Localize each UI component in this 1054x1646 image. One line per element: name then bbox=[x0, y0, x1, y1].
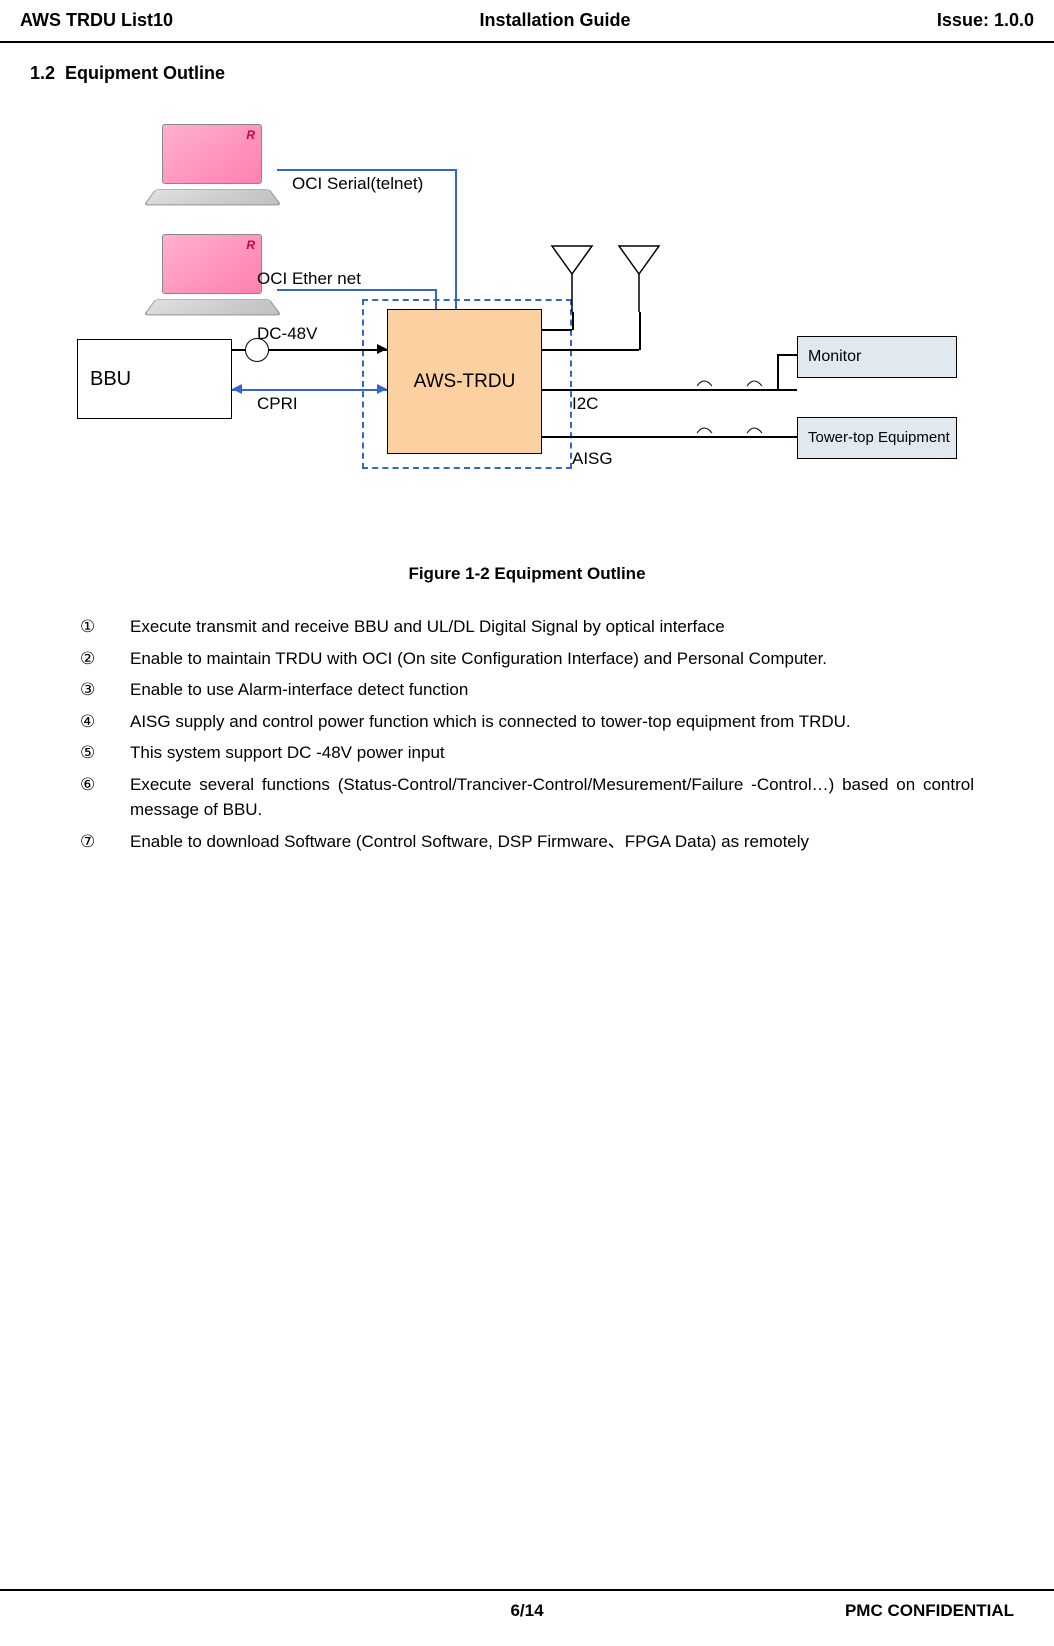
connector-line bbox=[455, 169, 457, 309]
header-right: Issue: 1.0.0 bbox=[937, 10, 1034, 31]
connector-line bbox=[542, 329, 572, 331]
equipment-outline-diagram: BBU AWS-TRDU Monitor Tower-top Equipment… bbox=[77, 114, 977, 534]
connector-line bbox=[277, 289, 437, 291]
wave-icon bbox=[697, 421, 797, 441]
label-aisg: AISG bbox=[572, 449, 613, 469]
connector-line bbox=[572, 312, 574, 330]
list-text: Enable to download Software (Control Sof… bbox=[130, 829, 809, 855]
label-cpri: CPRI bbox=[257, 394, 298, 414]
laptop-icon bbox=[147, 124, 277, 214]
list-marker: ⑤ bbox=[80, 740, 130, 766]
list-marker: ① bbox=[80, 614, 130, 640]
list-item: ⑤ This system support DC -48V power inpu… bbox=[80, 740, 974, 766]
antenna-icon bbox=[617, 244, 661, 319]
arrow-icon bbox=[232, 384, 242, 394]
list-marker: ⑦ bbox=[80, 829, 130, 855]
label-oci-serial: OCI Serial(telnet) bbox=[292, 174, 423, 194]
section-heading: 1.2 Equipment Outline bbox=[30, 63, 1024, 84]
list-item: ② Enable to maintain TRDU with OCI (On s… bbox=[80, 646, 974, 672]
list-item: ④ AISG supply and control power function… bbox=[80, 709, 974, 735]
header-center: Installation Guide bbox=[479, 10, 630, 31]
connector-line bbox=[232, 389, 387, 391]
figure-caption: Figure 1-2 Equipment Outline bbox=[30, 564, 1024, 584]
list-item: ⑦ Enable to download Software (Control S… bbox=[80, 829, 974, 855]
connector-line bbox=[777, 354, 797, 356]
list-marker: ② bbox=[80, 646, 130, 672]
label-oci-ether: OCI Ether net bbox=[257, 269, 361, 289]
aws-trdu-box: AWS-TRDU bbox=[387, 309, 542, 454]
label-i2c: I2C bbox=[572, 394, 598, 414]
circle-node bbox=[245, 338, 269, 362]
list-marker: ③ bbox=[80, 677, 130, 703]
connector-line bbox=[639, 312, 641, 350]
bbu-box: BBU bbox=[77, 339, 232, 419]
section-title: Equipment Outline bbox=[65, 63, 225, 83]
tower-box: Tower-top Equipment bbox=[797, 417, 957, 459]
connector-line bbox=[277, 169, 457, 171]
antenna-icon bbox=[550, 244, 594, 319]
arrow-icon bbox=[377, 344, 387, 354]
list-item: ⑥ Execute several functions (Status-Cont… bbox=[80, 772, 974, 823]
label-dc48v: DC-48V bbox=[257, 324, 317, 344]
list-text: AISG supply and control power function w… bbox=[130, 709, 851, 735]
monitor-box: Monitor bbox=[797, 336, 957, 378]
connector-line bbox=[777, 354, 779, 390]
page-number: 6/14 bbox=[510, 1601, 543, 1621]
list-item: ① Execute transmit and receive BBU and U… bbox=[80, 614, 974, 640]
list-item: ③ Enable to use Alarm-interface detect f… bbox=[80, 677, 974, 703]
feature-list: ① Execute transmit and receive BBU and U… bbox=[30, 614, 1024, 854]
confidential-label: PMC CONFIDENTIAL bbox=[845, 1601, 1014, 1621]
connector-line bbox=[542, 349, 639, 351]
connector-line bbox=[435, 289, 437, 309]
list-text: Execute transmit and receive BBU and UL/… bbox=[130, 614, 725, 640]
list-text: This system support DC -48V power input bbox=[130, 740, 445, 766]
wave-icon bbox=[697, 374, 797, 394]
section-num: 1.2 bbox=[30, 63, 55, 83]
list-marker: ④ bbox=[80, 709, 130, 735]
list-text: Enable to maintain TRDU with OCI (On sit… bbox=[130, 646, 827, 672]
list-text: Enable to use Alarm-interface detect fun… bbox=[130, 677, 468, 703]
page-header: AWS TRDU List10 Installation Guide Issue… bbox=[0, 0, 1054, 43]
arrow-icon bbox=[377, 384, 387, 394]
list-text: Execute several functions (Status-Contro… bbox=[130, 772, 974, 823]
page-footer: 6/14 PMC CONFIDENTIAL bbox=[0, 1589, 1054, 1631]
header-left: AWS TRDU List10 bbox=[20, 10, 173, 31]
list-marker: ⑥ bbox=[80, 772, 130, 823]
